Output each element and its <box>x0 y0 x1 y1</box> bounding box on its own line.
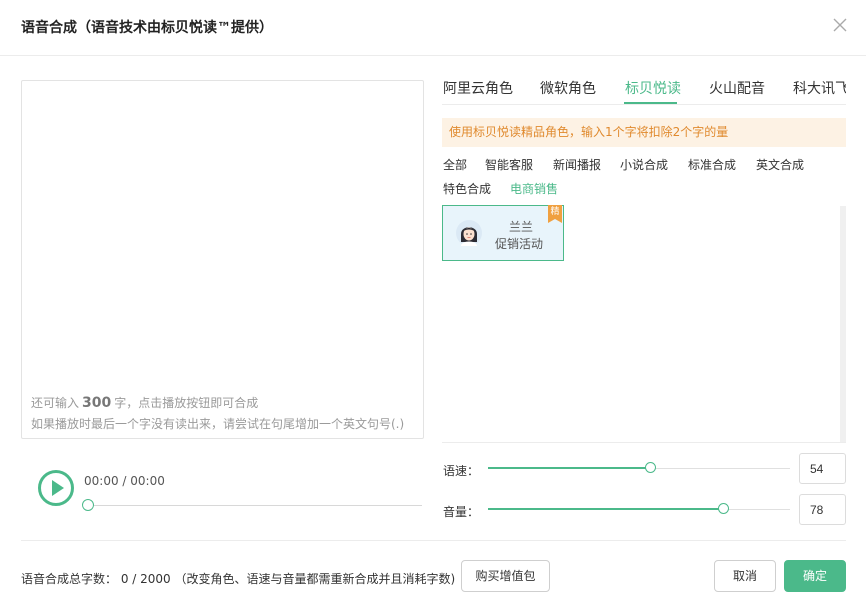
category-all[interactable]: 全部 <box>443 156 467 173</box>
buy-package-button[interactable]: 购买增值包 <box>461 560 550 592</box>
volume-slider-handle[interactable] <box>717 503 729 514</box>
speed-input[interactable] <box>799 453 846 484</box>
tabs-divider <box>442 104 846 105</box>
provider-tabs: 阿里云角色 微软角色 标贝悦读 火山配音 科大讯飞 <box>442 78 846 104</box>
tab-microsoft[interactable]: 微软角色 <box>540 78 596 98</box>
volume-label: 音量： <box>443 505 480 519</box>
category-novel[interactable]: 小说合成 <box>620 156 668 173</box>
tab-biaobei[interactable]: 标贝悦读 <box>625 78 681 98</box>
category-customer-service[interactable]: 智能客服 <box>485 156 533 173</box>
volume-slider-fill <box>488 508 724 510</box>
voice-card[interactable]: 兰兰 促销活动 精 <box>442 205 564 261</box>
notice-banner: 使用标贝悦读精品角色，输入1个字将扣除2个字的量 <box>442 118 846 147</box>
tab-iflytek[interactable]: 科大讯飞 <box>793 78 846 98</box>
remaining-count: 300 <box>82 395 112 411</box>
category-english[interactable]: 英文合成 <box>756 156 804 173</box>
voice-synthesis-dialog: 语音合成（语音技术由标贝悦读™提供） 还可输入 300 字，点击播放按钮即可合成 如… <box>0 0 866 611</box>
voice-list-scrollbar[interactable] <box>840 206 846 442</box>
voice-list-divider <box>442 442 846 443</box>
play-button[interactable] <box>38 470 74 506</box>
play-icon <box>52 480 64 496</box>
speed-label: 语速： <box>443 464 480 478</box>
cancel-button[interactable]: 取消 <box>714 560 776 592</box>
speed-slider-fill <box>488 467 652 469</box>
dialog-title: 语音合成（语音技术由标贝悦读™提供） <box>21 20 273 36</box>
dialog-header: 语音合成（语音技术由标贝悦读™提供） <box>0 0 866 56</box>
remaining-hint: 还可输入 300 字，点击播放按钮即可合成 <box>31 394 258 411</box>
footer-divider <box>21 540 846 541</box>
category-featured[interactable]: 特色合成 <box>443 180 491 197</box>
tab-aliyun[interactable]: 阿里云角色 <box>443 78 513 98</box>
voice-name: 兰兰 <box>509 220 534 234</box>
remaining-suffix: 字，点击播放按钮即可合成 <box>114 396 259 410</box>
female-avatar-icon <box>456 220 482 246</box>
category-standard[interactable]: 标准合成 <box>688 156 736 173</box>
playback-progress-track[interactable] <box>88 505 422 506</box>
text-input-area[interactable]: 还可输入 300 字，点击播放按钮即可合成 如果播放时最后一个字没有读出来，请尝试在… <box>21 80 424 439</box>
playback-time: 00:00 / 00:00 <box>84 474 165 488</box>
period-tip: 如果播放时最后一个字没有读出来，请尝试在句尾增加一个英文句号(.) <box>31 417 405 431</box>
premium-badge: 精 <box>548 205 562 223</box>
playback-progress-handle[interactable] <box>82 499 94 511</box>
volume-input[interactable] <box>799 494 846 525</box>
confirm-button[interactable]: 确定 <box>784 560 846 592</box>
category-news[interactable]: 新闻播报 <box>553 156 601 173</box>
voice-description: 促销活动 <box>495 237 544 251</box>
remaining-prefix: 还可输入 <box>31 396 80 410</box>
total-char-count: 语音合成总字数： 0 / 2000 （改变角色、语速与音量都需重新合成并且消耗字… <box>21 572 456 586</box>
close-icon[interactable] <box>832 17 848 33</box>
tab-volcano[interactable]: 火山配音 <box>709 78 765 98</box>
speed-slider-handle[interactable] <box>645 462 657 473</box>
category-ecommerce[interactable]: 电商销售 <box>510 180 558 197</box>
